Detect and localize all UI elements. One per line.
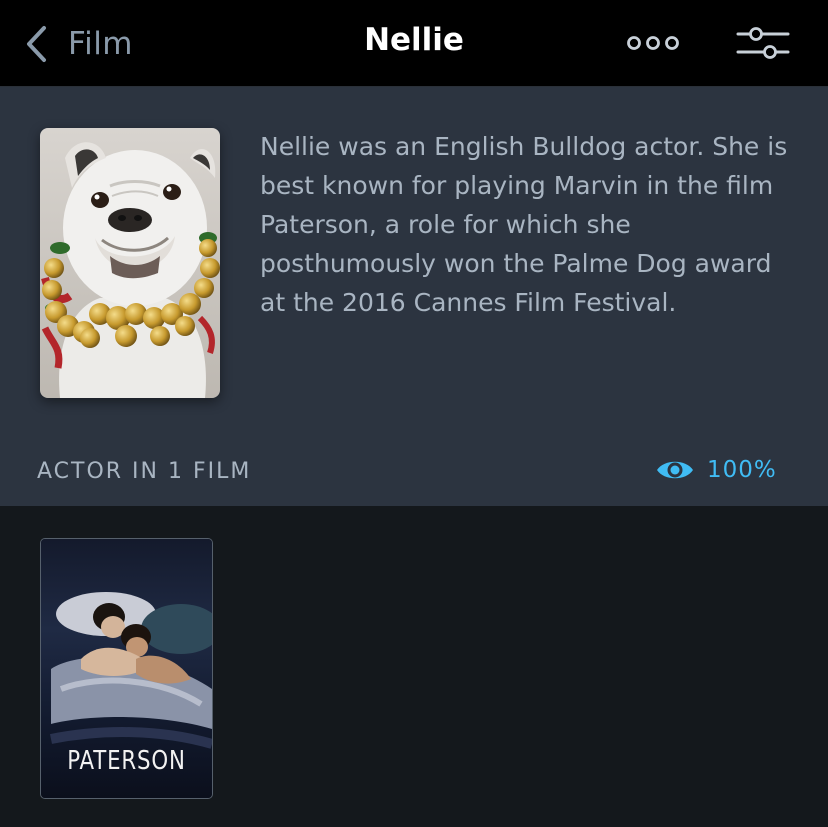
- top-navigation-bar: Film Nellie: [0, 0, 828, 87]
- film-poster[interactable]: PATERSON: [40, 538, 213, 799]
- watched-percentage-value: 100%: [707, 457, 777, 483]
- biography-text: Nellie was an English Bulldog actor. She…: [260, 132, 788, 317]
- watched-percentage[interactable]: 100%: [655, 456, 777, 484]
- biography-section: Nellie was an English Bulldog actor. She…: [0, 87, 828, 506]
- sliders-icon: [736, 27, 790, 59]
- page-title: Nellie: [364, 22, 464, 58]
- filmography-heading: ACTOR IN 1 FILM: [37, 459, 252, 484]
- actor-portrait: [40, 128, 220, 398]
- more-dots-icon: [627, 36, 679, 50]
- more-options-button[interactable]: [624, 30, 682, 56]
- filter-button[interactable]: [734, 22, 792, 64]
- eye-icon: [657, 461, 693, 479]
- film-grid: PATERSON: [0, 506, 828, 827]
- poster-title: PATERSON: [67, 746, 186, 776]
